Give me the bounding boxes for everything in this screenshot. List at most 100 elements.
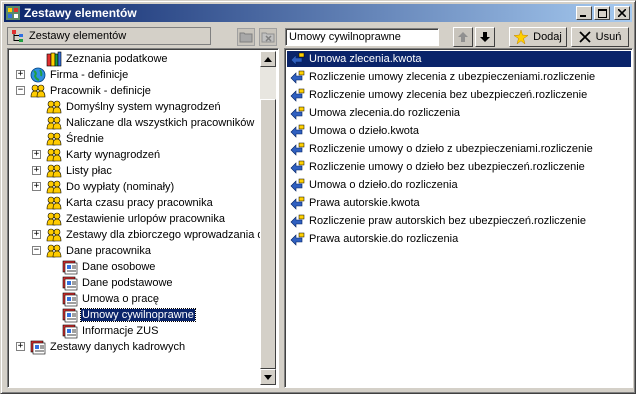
tree-item[interactable]: Zestawienie urlopów pracownika: [46, 211, 226, 227]
tree-item[interactable]: Umowy cywilnoprawne: [62, 307, 196, 323]
people-icon: [46, 196, 62, 210]
scroll-thumb[interactable]: [260, 99, 276, 369]
tree-item-label: Dane pracownika: [66, 245, 151, 257]
list-item[interactable]: Umowa o dzieło.do rozliczenia: [287, 177, 631, 193]
tree-item[interactable]: Informacje ZUS: [62, 323, 159, 339]
list-item[interactable]: Prawa autorskie.do rozliczenia: [287, 231, 631, 247]
list-item-label: Umowa o dzieło.do rozliczenia: [309, 179, 458, 191]
tree-item-label: Firma - definicje: [50, 69, 129, 81]
expand-button[interactable]: +: [16, 342, 25, 351]
tree-item[interactable]: Zestawy danych kadrowych: [30, 339, 186, 355]
minimize-button[interactable]: [576, 6, 592, 20]
list-item[interactable]: Umowa o dzieło.kwota: [287, 123, 631, 139]
sets-header-label: Zestawy elementów: [29, 30, 127, 42]
tree-item[interactable]: Karta czasu pracy pracownika: [46, 195, 214, 211]
tree-item[interactable]: Umowa o pracę: [62, 291, 160, 307]
tree-item[interactable]: Naliczane dla wszystkich pracowników: [46, 115, 255, 131]
expand-button[interactable]: +: [32, 230, 41, 239]
add-button[interactable]: Dodaj: [509, 27, 567, 47]
main-window: Zestawy elementów Zestawy elementów Zezn…: [0, 0, 636, 394]
expand-button[interactable]: +: [16, 70, 25, 79]
collapse-button[interactable]: −: [16, 86, 25, 95]
element-link-icon: [290, 160, 305, 174]
list-item-label: Rozliczenie umowy zlecenia z ubezpieczen…: [309, 71, 596, 83]
list-item[interactable]: Rozliczenie umowy zlecenia bez ubezpiecz…: [287, 87, 631, 103]
globe-icon: [30, 67, 46, 83]
tree-item[interactable]: Zestawy dla zbiorczego wprowadzania da: [46, 227, 264, 243]
card-icon: [62, 276, 78, 291]
minimize-icon: [580, 15, 586, 17]
people-icon: [46, 116, 62, 130]
tree-item-label: Zestawy danych kadrowych: [50, 341, 186, 353]
list-item[interactable]: Rozliczenie praw autorskich bez ubezpiec…: [287, 213, 631, 229]
tree-item[interactable]: Dane pracownika: [46, 243, 152, 259]
arrow-down-icon: [264, 374, 272, 380]
tree-structure-icon: [12, 30, 23, 42]
expand-button[interactable]: +: [32, 166, 41, 175]
left-toolbar: [237, 28, 277, 46]
folder-button[interactable]: [237, 28, 255, 46]
tree-item-label: Średnie: [66, 133, 104, 145]
element-link-icon: [290, 142, 305, 156]
tree-item-label: Karta czasu pracy pracownika: [66, 197, 213, 209]
collapse-button[interactable]: −: [32, 246, 41, 255]
list-item[interactable]: Rozliczenie umowy zlecenia z ubezpieczen…: [287, 69, 631, 85]
tree-item-label: Listy płac: [66, 165, 112, 177]
element-link-icon: [290, 52, 305, 66]
book-icon: [46, 51, 62, 67]
list-item-label: Rozliczenie umowy o dzieło bez ubezpiecz…: [309, 161, 585, 173]
folder-icon: [239, 32, 253, 43]
tree-item-label: Pracownik - definicje: [50, 85, 151, 97]
tree-item[interactable]: Do wypłaty (nominały): [46, 179, 175, 195]
people-icon: [46, 132, 62, 146]
list-item[interactable]: Umowa zlecenia.kwota: [287, 51, 631, 67]
tree-item[interactable]: Dane osobowe: [62, 259, 156, 275]
tree-item-label: Dane podstawowe: [82, 277, 173, 289]
tree-item-label: Domyślny system wynagrodzeń: [66, 101, 221, 113]
elements-list[interactable]: Umowa zlecenia.kwota Rozliczenie umowy zl…: [284, 48, 633, 388]
close-icon: [618, 9, 626, 17]
people-icon: [46, 244, 62, 258]
tree-item[interactable]: Dane podstawowe: [62, 275, 174, 291]
scroll-up-button[interactable]: [260, 51, 276, 67]
element-link-icon: [290, 70, 305, 84]
tree-item[interactable]: Listy płac: [46, 163, 113, 179]
delete-set-button[interactable]: [259, 28, 277, 46]
sets-tree[interactable]: Zeznania podatkowe Firma - definicje + Prac…: [7, 48, 279, 388]
tree-item[interactable]: Zeznania podatkowe: [46, 51, 169, 67]
list-item-label: Rozliczenie umowy zlecenia bez ubezpiecz…: [309, 89, 588, 101]
tree-item-label: Umowa o pracę: [82, 293, 160, 305]
list-item-label: Prawa autorskie.do rozliczenia: [309, 233, 459, 245]
element-link-icon: [290, 214, 305, 228]
tree-item[interactable]: Pracownik - definicje: [30, 83, 152, 99]
window-title: Zestawy elementów: [24, 6, 137, 20]
people-icon: [46, 228, 62, 242]
add-button-label: Dodaj: [533, 31, 562, 43]
tree-item[interactable]: Średnie: [46, 131, 105, 147]
element-link-icon: [290, 196, 305, 210]
list-item[interactable]: Rozliczenie umowy o dzieło bez ubezpiecz…: [287, 159, 631, 175]
expand-button[interactable]: +: [32, 182, 41, 191]
list-item[interactable]: Prawa autorskie.kwota: [287, 195, 631, 211]
tree-item[interactable]: Firma - definicje: [30, 67, 129, 83]
set-name-field[interactable]: [285, 28, 439, 46]
tree-item-label: Zestawy dla zbiorczego wprowadzania da: [66, 229, 264, 241]
title-bar[interactable]: Zestawy elementów: [4, 4, 632, 22]
list-item-label: Rozliczenie umowy o dzieło z ubezpieczen…: [309, 143, 593, 155]
tree-item[interactable]: Domyślny system wynagrodzeń: [46, 99, 222, 115]
move-down-button[interactable]: [475, 27, 495, 47]
tree-scrollbar[interactable]: [260, 51, 276, 385]
move-up-button[interactable]: [453, 27, 473, 47]
list-item-label: Prawa autorskie.kwota: [309, 197, 420, 209]
remove-button-label: Usuń: [595, 31, 622, 43]
expand-button[interactable]: +: [32, 150, 41, 159]
remove-button[interactable]: Usuń: [571, 27, 629, 47]
list-item[interactable]: Rozliczenie umowy o dzieło z ubezpieczen…: [287, 141, 631, 157]
scroll-down-button[interactable]: [260, 369, 276, 385]
tree-item[interactable]: Karty wynagrodzeń: [46, 147, 161, 163]
tree-item-label: Karty wynagrodzeń: [66, 149, 161, 161]
list-item[interactable]: Umowa zlecenia.do rozliczenia: [287, 105, 631, 121]
maximize-button[interactable]: [594, 6, 610, 20]
close-button[interactable]: [614, 6, 630, 20]
element-link-icon: [290, 106, 305, 120]
